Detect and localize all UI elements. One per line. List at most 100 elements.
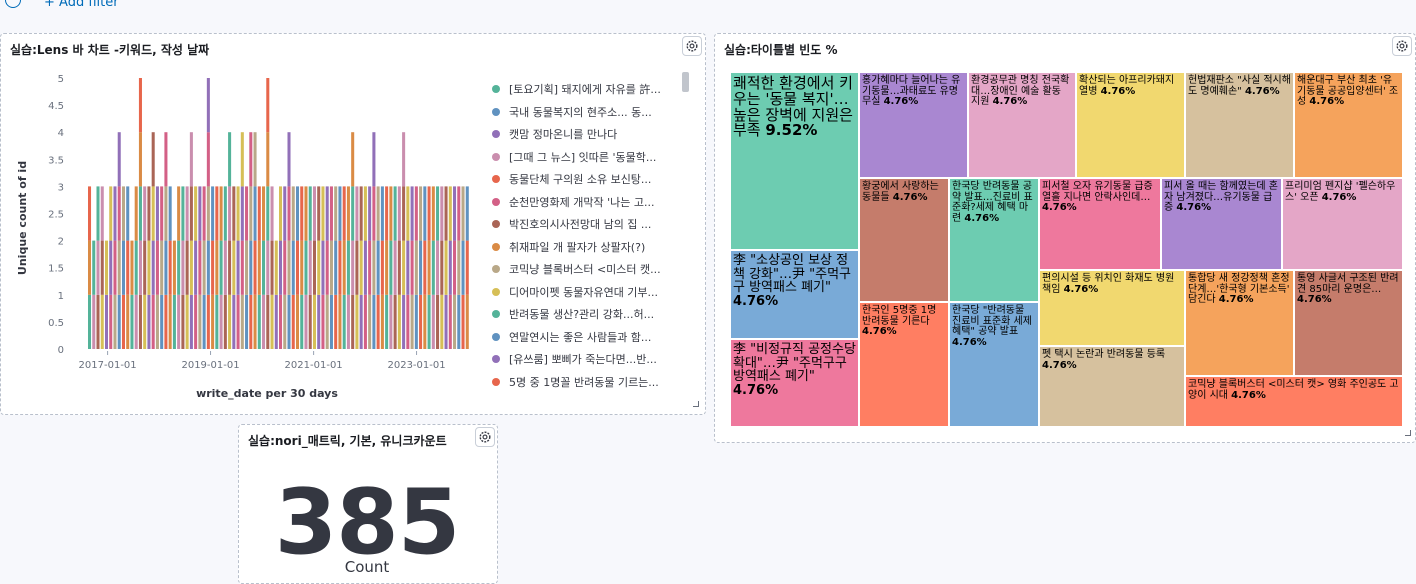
- bar-segment[interactable]: [160, 240, 164, 295]
- treemap-cell[interactable]: 통영 사글서 구조된 반려견 85마리 운명은… 4.76%: [1294, 270, 1403, 376]
- bar-segment[interactable]: [177, 186, 181, 241]
- bar-segment[interactable]: [385, 294, 389, 349]
- bar-segment[interactable]: [88, 294, 92, 349]
- bar-segment[interactable]: [185, 186, 189, 241]
- bar-segment[interactable]: [100, 240, 104, 295]
- bar-segment[interactable]: [431, 186, 435, 241]
- bar-segment[interactable]: [402, 186, 406, 241]
- bar-segment[interactable]: [393, 240, 397, 295]
- bar-segment[interactable]: [223, 240, 227, 295]
- treemap-cell[interactable]: 헌법재판소 "사실 적시해도 명예훼손" 4.76%: [1185, 72, 1294, 178]
- bar-segment[interactable]: [189, 240, 193, 295]
- bar-segment[interactable]: [138, 78, 142, 133]
- panel-options-button[interactable]: [475, 427, 495, 447]
- treemap-cell[interactable]: 피서철 오자 유기동물 급증 열흘 지나면 안락사인데… 4.76%: [1039, 178, 1161, 270]
- panel-resize-handle[interactable]: [693, 401, 699, 407]
- bar-segment[interactable]: [126, 240, 130, 295]
- bar-segment[interactable]: [270, 294, 274, 349]
- bar-segment[interactable]: [359, 186, 363, 241]
- bar-segment[interactable]: [287, 294, 291, 349]
- bar-segment[interactable]: [440, 240, 444, 295]
- bar-segment[interactable]: [198, 294, 202, 349]
- bar-segment[interactable]: [164, 132, 168, 187]
- bar-segment[interactable]: [262, 240, 266, 295]
- bar-segment[interactable]: [359, 294, 363, 349]
- bar-segment[interactable]: [283, 294, 287, 349]
- bar-segment[interactable]: [406, 240, 410, 295]
- legend-item[interactable]: 순천만영화제 개막작 '나는 고...: [492, 191, 692, 214]
- bar-segment[interactable]: [253, 240, 257, 295]
- bar-segment[interactable]: [372, 240, 376, 295]
- legend-item[interactable]: 반려동물 생산?관리 강화...허...: [492, 303, 692, 326]
- bar-segment[interactable]: [338, 186, 342, 241]
- bar-segment[interactable]: [372, 186, 376, 241]
- bar-segment[interactable]: [245, 240, 249, 295]
- bar-segment[interactable]: [300, 294, 304, 349]
- treemap-cell[interactable]: 통합당 새 정강정책 혼정 단계…'한국형 기본소득' 담긴다 4.76%: [1185, 270, 1294, 376]
- bar-segment[interactable]: [160, 186, 164, 241]
- bar-segment[interactable]: [380, 294, 384, 349]
- bar-segment[interactable]: [266, 294, 270, 349]
- bar-segment[interactable]: [329, 294, 333, 349]
- bar-segment[interactable]: [164, 186, 168, 241]
- bar-segment[interactable]: [155, 240, 159, 295]
- bar-segment[interactable]: [338, 240, 342, 295]
- bar-segment[interactable]: [109, 294, 113, 349]
- bar-segment[interactable]: [410, 186, 414, 241]
- bar-segment[interactable]: [461, 294, 465, 349]
- bar-segment[interactable]: [274, 294, 278, 349]
- bar-segment[interactable]: [121, 186, 125, 241]
- bar-segment[interactable]: [376, 240, 380, 295]
- bar-segment[interactable]: [368, 240, 372, 295]
- bar-segment[interactable]: [202, 294, 206, 349]
- bar-segment[interactable]: [312, 294, 316, 349]
- bar-segment[interactable]: [453, 240, 457, 295]
- legend-item[interactable]: [기획] 추위?학대에 떠는 유기...: [492, 393, 692, 398]
- bar-segment[interactable]: [155, 294, 159, 349]
- bar-segment[interactable]: [376, 294, 380, 349]
- bar-segment[interactable]: [138, 132, 142, 187]
- bar-segment[interactable]: [151, 186, 155, 241]
- treemap-cell[interactable]: 쾌적한 환경에서 키우는 '동물 복지'…높은 장벽에 지원은 부족 9.52%: [730, 72, 859, 250]
- bar-segment[interactable]: [304, 294, 308, 349]
- bar-segment[interactable]: [249, 240, 253, 295]
- bar-segment[interactable]: [143, 294, 147, 349]
- treemap-cell[interactable]: 편의시설 등 위치인 화재도 병원 책임 4.76%: [1039, 270, 1185, 346]
- bar-segment[interactable]: [240, 186, 244, 241]
- bar-segment[interactable]: [245, 186, 249, 241]
- bar-segment[interactable]: [325, 294, 329, 349]
- bar-segment[interactable]: [444, 186, 448, 241]
- bar-segment[interactable]: [198, 186, 202, 241]
- bar-segment[interactable]: [240, 132, 244, 187]
- bar-segment[interactable]: [194, 294, 198, 349]
- bar-segment[interactable]: [240, 294, 244, 349]
- bar-segment[interactable]: [96, 294, 100, 349]
- bar-segment[interactable]: [215, 294, 219, 349]
- bar-segment[interactable]: [219, 294, 223, 349]
- bar-segment[interactable]: [321, 240, 325, 295]
- bar-segment[interactable]: [368, 294, 372, 349]
- bar-segment[interactable]: [389, 240, 393, 295]
- bar-segment[interactable]: [461, 186, 465, 241]
- treemap-cell[interactable]: 한국인 5명중 1명 반려동물 기른다 4.76%: [859, 302, 949, 427]
- bar-segment[interactable]: [253, 186, 257, 241]
- bar-segment[interactable]: [104, 294, 109, 349]
- bar-segment[interactable]: [189, 132, 193, 187]
- bar-segment[interactable]: [287, 186, 291, 241]
- bar-segment[interactable]: [262, 294, 266, 349]
- bar-segment[interactable]: [117, 132, 121, 187]
- bar-segment[interactable]: [185, 240, 189, 295]
- bar-segment[interactable]: [223, 186, 227, 241]
- bar-segment[interactable]: [172, 240, 176, 295]
- bar-segment[interactable]: [253, 294, 257, 349]
- treemap-cell[interactable]: 홍가혜마다 늘어나는 유기동물…과태료도 유명무실 4.76%: [859, 72, 968, 178]
- bar-segment[interactable]: [304, 186, 308, 241]
- bar-segment[interactable]: [206, 240, 210, 295]
- bar-segment[interactable]: [168, 294, 172, 349]
- bar-segment[interactable]: [194, 186, 198, 241]
- bar-segment[interactable]: [414, 186, 418, 241]
- bar-segment[interactable]: [168, 186, 172, 241]
- bar-segment[interactable]: [355, 186, 359, 241]
- bar-segment[interactable]: [283, 240, 287, 295]
- bar-segment[interactable]: [232, 294, 236, 349]
